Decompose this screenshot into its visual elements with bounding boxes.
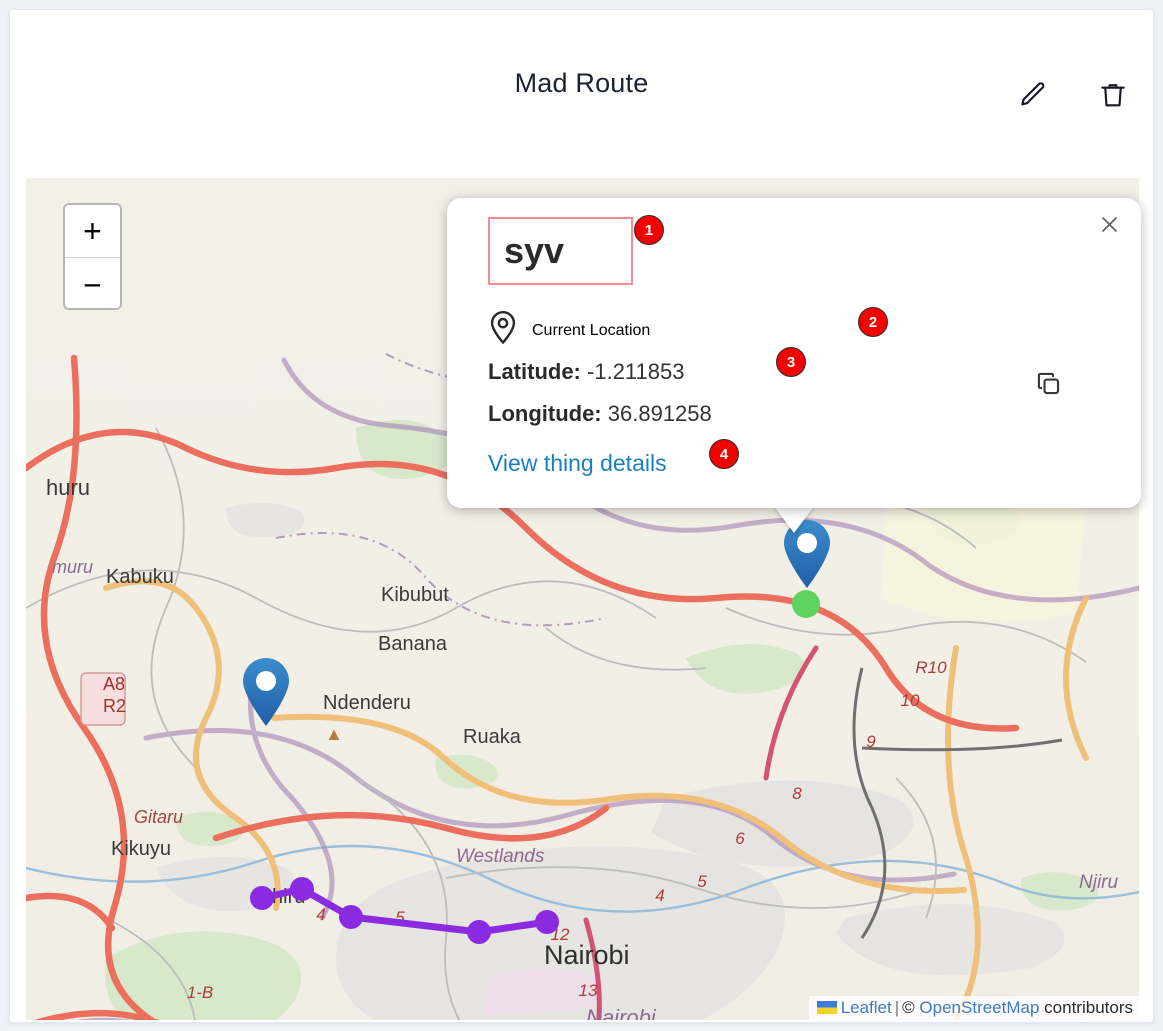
leaflet-link[interactable]: Leaflet bbox=[841, 998, 892, 1017]
ukraine-flag-icon bbox=[816, 1001, 837, 1014]
annotation-badge-2: 2 bbox=[858, 307, 888, 337]
page-title: Mad Route bbox=[514, 68, 649, 98]
map-pin-icon bbox=[488, 311, 518, 350]
zoom-control: + − bbox=[63, 203, 122, 310]
road-number-label: 13 bbox=[579, 981, 598, 1000]
road-number-label: 4 bbox=[316, 905, 325, 924]
map-label: muru bbox=[52, 557, 93, 577]
annotation-badge-3: 3 bbox=[776, 347, 806, 377]
road-number-label: 12 bbox=[551, 925, 570, 944]
latitude-label: Latitude: bbox=[488, 359, 581, 384]
trash-icon bbox=[1097, 79, 1129, 111]
map-label: Ruaka bbox=[463, 726, 522, 748]
openstreetmap-link[interactable]: OpenStreetMap bbox=[919, 998, 1039, 1017]
map-road-shield-layer: A8R2 bbox=[80, 672, 126, 726]
road-number-label: 5 bbox=[697, 872, 707, 891]
page-root: Mad Route Kabuku Kibubut Banana Ndenderu… bbox=[0, 0, 1163, 1031]
attribution-separator: | bbox=[894, 998, 900, 1017]
map-label: Westlands bbox=[456, 846, 545, 867]
map-label: Nairobi bbox=[586, 1005, 657, 1020]
name-input[interactable]: syv bbox=[488, 217, 633, 285]
current-location-title: Current Location bbox=[488, 311, 650, 350]
road-number-label: 6 bbox=[735, 829, 745, 848]
popup-tail bbox=[773, 505, 815, 533]
zoom-out-button[interactable]: − bbox=[65, 258, 120, 308]
map-label: Kikuyu bbox=[111, 838, 171, 860]
latitude-row: Latitude: -1.211853 bbox=[488, 359, 684, 385]
view-details-link[interactable]: View thing details bbox=[488, 450, 667, 477]
origin-marker[interactable] bbox=[240, 656, 292, 733]
route-detail-card: Mad Route Kabuku Kibubut Banana Ndenderu… bbox=[9, 9, 1154, 1023]
map-label: huru bbox=[46, 475, 90, 500]
road-shield-label: R2 bbox=[103, 696, 126, 716]
map-label: Njiru bbox=[1079, 872, 1118, 893]
map-label: Ndenderu bbox=[323, 692, 411, 714]
road-number-label: 9 bbox=[866, 732, 876, 751]
pencil-icon bbox=[1017, 79, 1049, 111]
map-label: Banana bbox=[378, 633, 448, 655]
copy-icon[interactable] bbox=[1025, 360, 1071, 406]
map-label: Nairobi bbox=[544, 940, 630, 970]
map-label: Kibubut bbox=[381, 584, 449, 606]
copyright-symbol: © bbox=[902, 998, 915, 1017]
annotation-badge-4: 4 bbox=[709, 439, 739, 469]
attribution-suffix: contributors bbox=[1044, 998, 1133, 1017]
annotation-badge-1: 1 bbox=[634, 215, 664, 245]
map-label: Gitaru bbox=[134, 807, 183, 827]
current-location-label: Current Location bbox=[532, 321, 651, 339]
road-number-label: R10 bbox=[915, 658, 947, 677]
road-number-label: 8 bbox=[792, 784, 802, 803]
map-label: Kabuku bbox=[106, 566, 174, 588]
longitude-value: 36.891258 bbox=[607, 401, 712, 426]
road-number-label: 10 bbox=[901, 691, 920, 710]
map-label: Uthiru bbox=[252, 886, 305, 908]
peak-icon: ▲ bbox=[325, 724, 343, 744]
road-number-label: 1-B bbox=[187, 983, 213, 1002]
close-icon[interactable] bbox=[1091, 206, 1127, 242]
zoom-in-button[interactable]: + bbox=[65, 205, 120, 258]
road-number-label: 4 bbox=[655, 886, 664, 905]
road-number-label: 5 bbox=[395, 908, 405, 927]
longitude-row: Longitude: 36.891258 bbox=[488, 401, 712, 427]
delete-button[interactable] bbox=[1090, 72, 1136, 118]
latitude-value: -1.211853 bbox=[587, 359, 685, 384]
road-shield-label: A8 bbox=[103, 674, 125, 694]
edit-button[interactable] bbox=[1010, 72, 1056, 118]
map-attribution: Leaflet | © OpenStreetMap contributors bbox=[808, 996, 1139, 1020]
header-bar: Mad Route bbox=[10, 10, 1153, 174]
longitude-label: Longitude: bbox=[488, 401, 602, 426]
